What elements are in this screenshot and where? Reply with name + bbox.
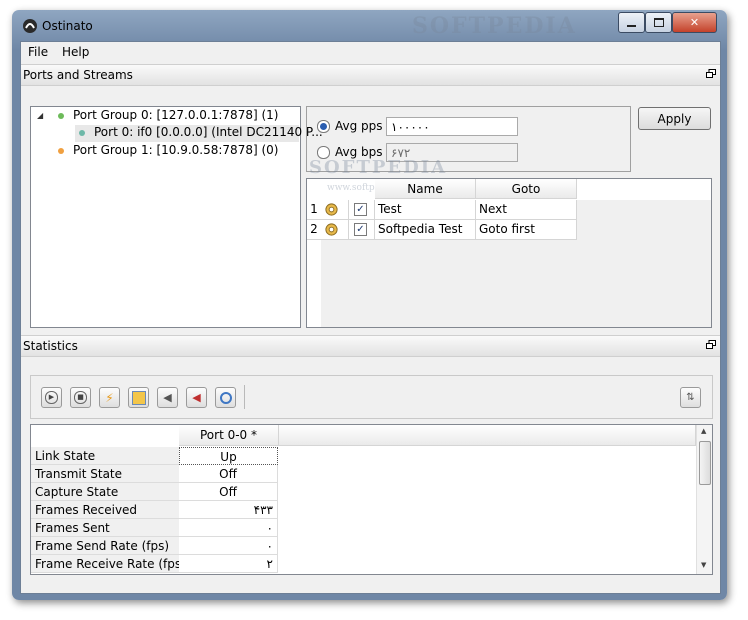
scroll-down-icon[interactable]: ▼ [701, 561, 706, 569]
stats-dock-titlebar: Statistics [21, 335, 720, 357]
stream-config-cell[interactable] [321, 220, 349, 240]
stat-label: Frame Send Rate (fps) [31, 537, 179, 555]
ports-tree[interactable]: ◢ Port Group 0: [127.0.0.1:7878] (1) Por… [30, 106, 323, 328]
stop-capture-button[interactable]: ◀ [186, 387, 207, 408]
clear-stats-button[interactable]: ⚡ [99, 387, 120, 408]
apply-button[interactable]: Apply [638, 107, 711, 130]
collapse-arrow-icon[interactable]: ◢ [37, 111, 43, 120]
clear-all-button[interactable] [128, 387, 149, 408]
enabled-checkbox[interactable]: ✓ [354, 203, 367, 216]
window-title: Ostinato [42, 19, 93, 33]
maximize-icon [653, 18, 664, 27]
close-button[interactable]: ✕ [672, 12, 717, 33]
gear-icon[interactable] [324, 222, 339, 237]
stat-label: Frame Receive Rate (fps) [31, 555, 186, 573]
minimize-icon [627, 24, 636, 27]
filter-ports-button[interactable]: ⇅ [680, 387, 701, 408]
maximize-button[interactable] [645, 12, 672, 33]
stats-dock-title: Statistics [23, 339, 78, 353]
avg-bps-radio[interactable] [317, 146, 330, 159]
stat-value[interactable]: ۰ [179, 537, 278, 555]
scroll-up-icon[interactable]: ▲ [701, 427, 706, 435]
stream-goto-cell[interactable]: Goto first [476, 220, 577, 240]
ostinato-app-icon [23, 19, 37, 33]
float-dock-icon[interactable] [706, 69, 716, 78]
toolbar-separator [244, 385, 245, 409]
row-number: 1 [307, 200, 321, 220]
gear-icon[interactable] [324, 202, 339, 217]
rate-group: Avg pps ۱۰۰۰۰۰ Avg bps ۶۷۲ SOFTPEDIA [306, 106, 631, 178]
play-icon: ▶ [45, 391, 58, 404]
scroll-thumb[interactable] [699, 441, 711, 485]
enabled-checkbox-cell[interactable]: ✓ [349, 200, 375, 220]
row-number: 2 [307, 220, 321, 240]
empty-column-header [279, 425, 696, 446]
lightning-icon: ⚡ [105, 390, 114, 405]
stats-table[interactable]: Port 0-0 * Link State Up Transmit State Of… [30, 424, 713, 575]
avg-bps-input: ۶۷۲ [386, 143, 518, 162]
stream-config-cell[interactable] [321, 200, 349, 220]
stat-label: Frames Received [31, 501, 179, 519]
vertical-scrollbar[interactable]: ▲ ▼ [696, 425, 712, 574]
stop-icon: ■ [74, 391, 87, 404]
enabled-checkbox-cell[interactable]: ✓ [349, 220, 375, 240]
stat-label: Capture State [31, 483, 179, 501]
port-column-header[interactable]: Port 0-0 * [179, 425, 279, 446]
menu-bar: File Help [21, 42, 720, 64]
float-dock-icon[interactable] [706, 340, 716, 349]
tree-item-label: Port 0: if0 [0.0.0.0] (Intel DC21140 P..… [94, 125, 323, 139]
port-status-icon [79, 129, 85, 136]
tree-item-port-0[interactable]: Port 0: if0 [0.0.0.0] (Intel DC21140 P..… [75, 125, 323, 142]
port-group-status-icon [58, 112, 64, 119]
enabled-checkbox[interactable]: ✓ [354, 223, 367, 236]
stat-value[interactable]: Up [179, 447, 278, 465]
minimize-button[interactable] [618, 12, 645, 33]
stat-label: Link State [31, 447, 179, 465]
stat-value[interactable]: ۰ [179, 519, 278, 537]
tree-item-label: Port Group 1: [10.9.0.58:7878] (0) [73, 143, 279, 157]
avg-pps-input[interactable]: ۱۰۰۰۰۰ [386, 117, 518, 136]
streams-table[interactable]: www.softpedia.com Name Goto 1 ✓ Test Nex… [306, 178, 712, 328]
tree-item-port-group-1[interactable]: Port Group 1: [10.9.0.58:7878] (0) [58, 143, 278, 160]
close-icon: ✕ [689, 16, 700, 29]
avg-pps-radio[interactable] [317, 120, 330, 133]
stat-value[interactable]: Off [179, 465, 278, 483]
stat-label: Frames Sent [31, 519, 179, 537]
avg-pps-label: Avg pps [335, 119, 383, 133]
menu-file[interactable]: File [28, 45, 48, 59]
clear-list-icon [131, 390, 146, 405]
sort-icon: ⇅ [686, 392, 695, 403]
avg-bps-label: Avg bps [335, 145, 383, 159]
tree-item-label: Port Group 0: [127.0.0.1:7878] (1) [73, 108, 279, 122]
watermark-text: SOFTPEDIA [412, 13, 577, 39]
stat-value[interactable]: Off [179, 483, 278, 501]
stat-value[interactable]: ۴۳۳ [179, 501, 278, 519]
stream-name-cell[interactable]: Test [375, 200, 476, 220]
app-window: Ostinato SOFTPEDIA ✕ File Help Ports and… [12, 10, 727, 600]
stats-toolbar: ▶ ■ ⚡ ◀ ◀ ⇅ [30, 375, 713, 419]
stat-label: Transmit State [31, 465, 179, 483]
start-capture-button[interactable]: ◀ [157, 387, 178, 408]
name-column-header[interactable]: Name [375, 179, 476, 199]
speaker-icon: ◀ [163, 391, 172, 404]
stat-value[interactable]: ۲ [179, 555, 278, 573]
client-area: File Help Ports and Streams ◢ Port Group… [20, 41, 721, 594]
magnifier-icon [219, 391, 232, 404]
ports-dock-title: Ports and Streams [23, 68, 133, 82]
speaker-mute-icon: ◀ [192, 391, 201, 404]
stream-name-cell[interactable]: Softpedia Test [375, 220, 476, 240]
view-capture-button[interactable] [215, 387, 236, 408]
title-bar: Ostinato SOFTPEDIA ✕ [12, 10, 727, 42]
menu-help[interactable]: Help [62, 45, 89, 59]
ports-dock-titlebar: Ports and Streams [21, 64, 720, 86]
stop-tx-button[interactable]: ■ [70, 387, 91, 408]
start-tx-button[interactable]: ▶ [41, 387, 62, 408]
goto-column-header[interactable]: Goto [476, 179, 577, 199]
tree-item-port-group-0[interactable]: Port Group 0: [127.0.0.1:7878] (1) [58, 108, 278, 125]
port-group-status-icon [58, 147, 64, 154]
stream-goto-cell[interactable]: Next [476, 200, 577, 220]
